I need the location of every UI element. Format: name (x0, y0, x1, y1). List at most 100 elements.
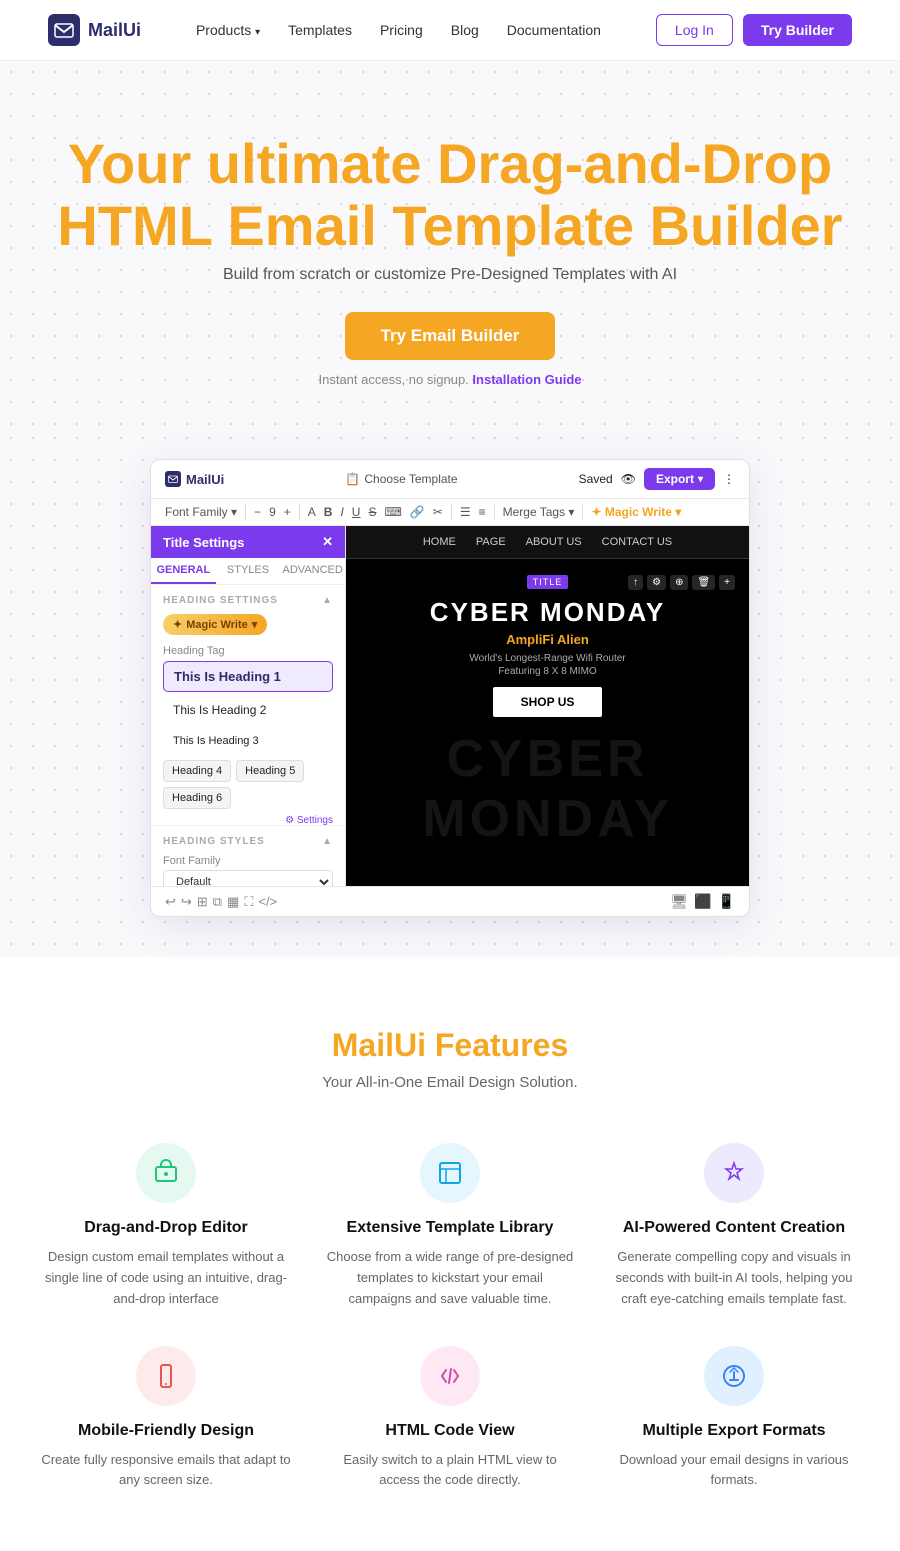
code-view-icon[interactable]: </> (258, 894, 277, 910)
heading-tag-label: Heading Tag (163, 645, 333, 657)
italic-icon[interactable]: I (340, 505, 343, 519)
logo-text: MailUi (88, 20, 141, 41)
login-button[interactable]: Log In (656, 14, 733, 46)
title-action-copy[interactable]: ⊕ (670, 575, 688, 590)
feature-title-2: Extensive Template Library (324, 1219, 576, 1237)
features-subtitle: Your All-in-One Email Design Solution. (40, 1074, 860, 1091)
feature-desc-5: Easily switch to a plain HTML view to ac… (324, 1450, 576, 1492)
tablet-icon[interactable]: ⬛ (694, 893, 711, 910)
hero-cta-button[interactable]: Try Email Builder (345, 312, 556, 360)
heading-settings-section: HEADING SETTINGS ▲ ✦ Magic Write ▾ Headi… (151, 585, 345, 826)
title-action-add[interactable]: + (719, 575, 735, 590)
heading-pill-6[interactable]: Heading 6 (163, 787, 231, 809)
email-nav-home[interactable]: HOME (423, 536, 456, 548)
layers-icon[interactable]: ⧉ (213, 894, 222, 910)
panel-close-icon[interactable]: ✕ (322, 534, 333, 550)
bold-icon[interactable]: B (324, 505, 333, 519)
features-heading: MailUi Features (40, 1027, 860, 1064)
try-builder-button[interactable]: Try Builder (743, 14, 852, 46)
feature-desc-3: Generate compelling copy and visuals in … (608, 1247, 860, 1309)
toolbar-sep-4 (494, 504, 495, 520)
hero-line2: HTML Email Template Builder (57, 194, 842, 257)
nav-actions: Log In Try Builder (656, 14, 852, 46)
email-big-text-cyber: CYBER (346, 733, 749, 785)
heading-pill-5[interactable]: Heading 5 (236, 760, 304, 782)
strikethrough-icon[interactable]: S (368, 505, 376, 519)
font-size-up-icon[interactable]: + (284, 505, 291, 519)
nav-templates[interactable]: Templates (288, 22, 352, 38)
redo-icon[interactable]: ↪ (181, 894, 192, 910)
feature-desc-6: Download your email designs in various f… (608, 1450, 860, 1492)
heading-opt-h2[interactable]: This Is Heading 2 (163, 696, 333, 724)
font-family-dropdown[interactable]: Font Family ▾ (165, 505, 237, 519)
ai-content-icon (704, 1143, 764, 1203)
undo-icon[interactable]: ↩ (165, 894, 176, 910)
editor-choose-template[interactable]: 📋 Choose Template (345, 472, 457, 486)
title-action-delete[interactable]: 🗑 (692, 575, 715, 590)
editor-body: Title Settings ✕ GENERAL STYLES ADVANCED… (151, 526, 749, 886)
ordered-list-icon[interactable]: ≡ (479, 505, 486, 519)
editor-bottombar: ↩ ↪ ⊞ ⧉ ▦ ⛶ </> 🖥 ⬛ 📱 (151, 886, 749, 916)
tab-styles[interactable]: STYLES (216, 558, 281, 584)
drag-drop-icon (136, 1143, 196, 1203)
export-button[interactable]: Export ▾ (644, 468, 715, 490)
desktop-icon[interactable]: 🖥 (670, 893, 688, 910)
table-icon[interactable]: ▦ (227, 894, 239, 910)
feature-desc-1: Design custom email templates without a … (40, 1247, 292, 1309)
mobile-icon[interactable]: 📱 (718, 893, 735, 910)
grid-icon[interactable]: ⊞ (197, 894, 208, 910)
feature-template-library: Extensive Template Library Choose from a… (324, 1143, 576, 1309)
heading-opt-h3[interactable]: This Is Heading 3 (163, 728, 333, 754)
font-family-select[interactable]: Default (163, 870, 333, 886)
email-subtitle: AmpliFi Alien (366, 632, 729, 647)
underline-icon[interactable]: U (352, 505, 361, 519)
heading-styles-title: HEADING STYLES ▲ (163, 836, 333, 847)
email-nav-contact[interactable]: CONTACT US (602, 536, 673, 548)
email-desc1: World's Longest-Range Wifi Router (366, 653, 729, 664)
title-badge: TITLE (527, 575, 569, 589)
link-icon[interactable]: 🔗 (410, 505, 425, 519)
magic-write-toolbar-btn[interactable]: ✦ Magic Write ▾ (591, 505, 681, 519)
expand-icon[interactable]: ⛶ (244, 894, 253, 910)
nav-documentation[interactable]: Documentation (507, 22, 601, 38)
html-code-icon (420, 1346, 480, 1406)
text-color-icon[interactable]: A (308, 505, 316, 519)
shop-button[interactable]: SHOP US (493, 687, 603, 717)
list-icon[interactable]: ☰ (460, 505, 471, 519)
editor-toolbar: Font Family ▾ − 9 + A B I U S ⌨ 🔗 ✂ ☰ ≡ … (151, 499, 749, 526)
tab-general[interactable]: GENERAL (151, 558, 216, 584)
heading-opt-h1[interactable]: This Is Heading 1 (163, 661, 333, 692)
nav-products[interactable]: Products ▾ (196, 22, 260, 38)
title-action-move-up[interactable]: ↑ (628, 575, 643, 590)
email-nav-page[interactable]: PAGE (476, 536, 506, 548)
eye-icon[interactable]: 👁 (621, 472, 636, 486)
email-nav: HOME PAGE ABOUT US CONTACT US (346, 526, 749, 559)
magic-write-button[interactable]: ✦ Magic Write ▾ (163, 614, 267, 635)
email-nav-about[interactable]: ABOUT US (526, 536, 582, 548)
email-desc2: Featuring 8 X 8 MIMO (366, 666, 729, 677)
collapse-icon[interactable]: ▲ (322, 595, 333, 606)
font-size-down-icon[interactable]: − (254, 505, 261, 519)
installation-guide-link[interactable]: Installation Guide (472, 372, 581, 387)
heading-pill-4[interactable]: Heading 4 (163, 760, 231, 782)
features-section: MailUi Features Your All-in-One Email De… (0, 957, 900, 1551)
more-options-icon[interactable]: ⋮ (723, 472, 735, 486)
nav-pricing[interactable]: Pricing (380, 22, 423, 38)
toolbar-sep-1 (245, 504, 246, 520)
hero-line1: Your ultimate Drag-and-Drop (68, 132, 832, 195)
scissors-icon[interactable]: ✂ (433, 505, 443, 519)
heading-styles-collapse-icon[interactable]: ▲ (322, 836, 333, 847)
tab-advanced[interactable]: ADVANCED (280, 558, 345, 584)
email-big-text-monday: MONDAY (346, 793, 749, 845)
heading-settings-title: HEADING SETTINGS ▲ (163, 595, 333, 606)
settings-link[interactable]: ⚙ Settings (285, 815, 333, 826)
hero-heading: Your ultimate Drag-and-Drop HTML Email T… (40, 133, 860, 256)
title-action-settings[interactable]: ⚙ (647, 575, 666, 590)
feature-html-code: HTML Code View Easily switch to a plain … (324, 1346, 576, 1492)
nav-blog[interactable]: Blog (451, 22, 479, 38)
inline-code-icon[interactable]: ⌨ (384, 505, 401, 519)
logo[interactable]: MailUi (48, 14, 141, 46)
merge-tags-dropdown[interactable]: Merge Tags ▾ (503, 505, 575, 519)
hero-subtitle: Build from scratch or customize Pre-Desi… (40, 266, 860, 284)
feature-export-formats: Multiple Export Formats Download your em… (608, 1346, 860, 1492)
